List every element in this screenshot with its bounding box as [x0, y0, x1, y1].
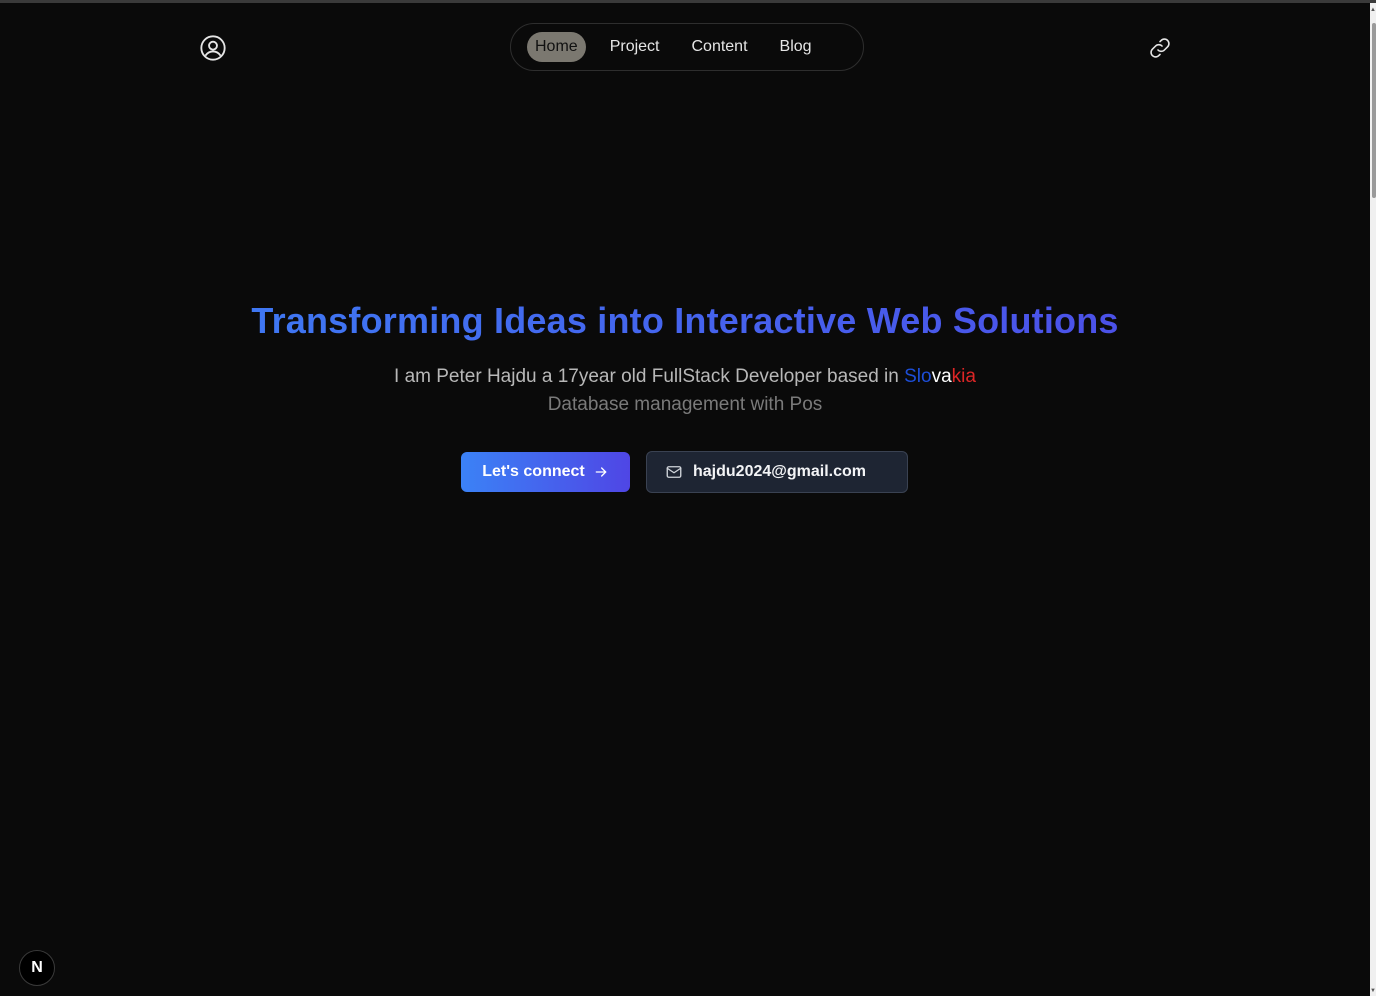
main-nav: Home Project Content Blog [510, 23, 864, 71]
country-va: va [931, 366, 952, 387]
links-button[interactable] [1145, 33, 1175, 63]
arrow-right-icon [593, 464, 609, 480]
nextjs-dev-badge[interactable]: N [19, 950, 55, 986]
nav-item-home[interactable]: Home [527, 32, 586, 62]
scrollbar-thumb[interactable] [1372, 23, 1376, 198]
badge-letter: N [31, 959, 43, 976]
user-circle-icon [199, 34, 227, 62]
email-address: hajdu2024@gmail.com [693, 463, 866, 480]
mail-icon [665, 463, 683, 481]
scroll-up-icon[interactable]: ▲ [1370, 5, 1376, 15]
nav-item-project[interactable]: Project [602, 32, 668, 62]
lets-connect-button[interactable]: Let's connect [461, 452, 630, 492]
window-top-border [0, 0, 1376, 3]
nav-item-content[interactable]: Content [683, 32, 755, 62]
lets-connect-label: Let's connect [482, 463, 585, 480]
hero-subtitle-text: I am Peter Hajdu a 17year old FullStack … [394, 366, 905, 387]
scroll-down-icon[interactable]: ▼ [1370, 986, 1376, 996]
country-kia: kia [951, 366, 976, 387]
hero-subtitle: I am Peter Hajdu a 17year old FullStack … [0, 366, 1370, 388]
profile-button[interactable] [198, 33, 228, 63]
hero-title: Transforming Ideas into Interactive Web … [0, 300, 1370, 342]
link-icon [1148, 36, 1172, 60]
scrollbar[interactable]: ▲ ▼ [1370, 3, 1376, 996]
nav-item-blog[interactable]: Blog [772, 32, 820, 62]
hero-tagline: Database management with Pos [547, 394, 823, 415]
email-button[interactable]: hajdu2024@gmail.com [646, 451, 908, 493]
country-slo: Slo [904, 366, 932, 387]
